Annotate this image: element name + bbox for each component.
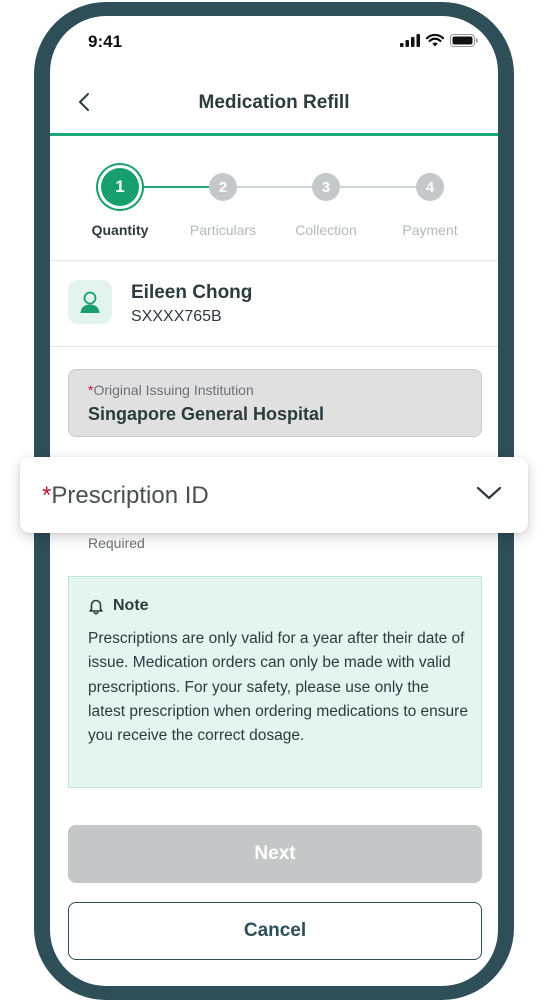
progress-stepper: 1 2 3 4 Quantity Particulars Collection … (50, 140, 498, 261)
note-title: Note (113, 597, 149, 614)
prescription-id-dropdown[interactable]: *Prescription ID (20, 457, 528, 533)
wifi-icon (426, 34, 444, 47)
page-title: Medication Refill (198, 92, 350, 113)
app-header: Medication Refill (50, 66, 498, 136)
chevron-down-icon (476, 486, 502, 500)
avatar (68, 280, 112, 324)
institution-label-text: Original Issuing Institution (93, 382, 254, 398)
step-2-label: Particulars (189, 222, 257, 238)
note-header: Note (87, 597, 149, 615)
patient-name: Eileen Chong (131, 282, 253, 303)
institution-label: *Original Issuing Institution (88, 382, 254, 398)
step-connector-3 (326, 186, 430, 188)
step-3-label: Collection (295, 222, 357, 238)
step-1-label: Quantity (91, 222, 149, 238)
patient-card: Eileen Chong SXXXX765B (50, 260, 498, 347)
institution-field: *Original Issuing Institution Singapore … (68, 369, 482, 437)
prescription-id-label: *Prescription ID (42, 482, 209, 510)
prescription-id-label-text: Prescription ID (51, 482, 209, 509)
cancel-button[interactable]: Cancel (68, 902, 482, 960)
institution-value: Singapore General Hospital (88, 404, 325, 424)
step-4-label: Payment (402, 222, 458, 238)
step-1-circle: 1 (101, 168, 139, 206)
status-icons (400, 34, 478, 47)
patient-id: SXXXX765B (131, 308, 222, 325)
bell-icon (89, 599, 103, 615)
signal-icon (400, 34, 420, 47)
note-body: Prescriptions are only valid for a year … (88, 630, 468, 745)
required-marker: * (42, 482, 52, 509)
step-2-circle: 2 (209, 173, 237, 201)
step-3-circle: 3 (312, 173, 340, 201)
step-4-circle: 4 (416, 173, 444, 201)
user-icon (80, 291, 100, 313)
status-time: 9:41 (88, 32, 123, 51)
next-button[interactable]: Next (68, 825, 482, 883)
prescription-helper-text: Required (88, 535, 145, 551)
battery-icon (450, 34, 478, 47)
step-connector-2 (224, 186, 326, 188)
note-box: Note Prescriptions are only valid for a … (68, 576, 482, 788)
